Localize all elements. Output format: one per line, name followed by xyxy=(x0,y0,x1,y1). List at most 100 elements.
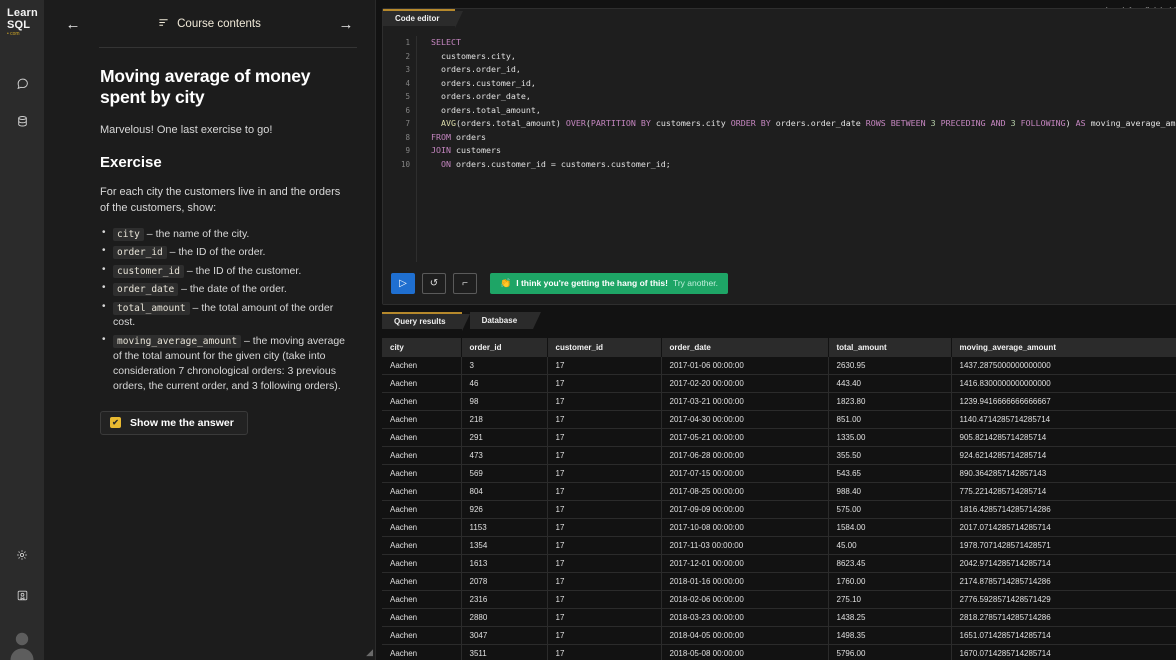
course-contents-label: Course contents xyxy=(177,18,261,30)
table-row: Aachen 218 17 2017-04-30 00:00:00 851.00 1140… xyxy=(382,410,1176,429)
run-button[interactable]: ▷ xyxy=(391,272,415,294)
table-row: Aachen 804 17 2017-08-25 00:00:00 988.40 775.… xyxy=(382,482,1176,501)
column-header-order_id[interactable]: order_id xyxy=(461,338,548,357)
table-body: Aachen 3 17 2017-01-06 00:00:00 2630.95 1437.… xyxy=(382,357,1176,660)
brand-line-2: SQL xyxy=(7,19,31,31)
exercise-spec-item: order_date – the date of the order. xyxy=(100,281,351,297)
lesson-intro: Marvelous! One last exercise to go! xyxy=(100,124,273,136)
cell-city: Aachen xyxy=(382,536,462,555)
database-icon[interactable] xyxy=(0,106,44,136)
cell-order_date: 2017-04-30 00:00:00 xyxy=(661,410,829,429)
cell-city: Aachen xyxy=(382,644,462,660)
column-name-code: order_date xyxy=(113,283,179,297)
cell-moving_average_amount: 1978.7071428571428571 xyxy=(951,536,1176,555)
editor-tabstrip: Code editor xyxy=(383,9,1176,28)
cell-customer_id: 17 xyxy=(547,410,662,429)
cell-order_id: 291 xyxy=(461,428,548,447)
feedback-secondary-text: Try another. xyxy=(672,278,718,288)
tab-query-results[interactable]: Query results xyxy=(382,312,470,331)
checkbox-checked-icon[interactable]: ✔ xyxy=(110,417,121,429)
reset-button[interactable]: ↺ xyxy=(422,272,446,294)
cell-customer_id: 17 xyxy=(547,572,662,591)
cell-total_amount: 443.40 xyxy=(828,374,952,393)
back-arrow-icon[interactable]: ← xyxy=(62,17,84,32)
cell-city: Aachen xyxy=(382,464,462,483)
line-number-gutter: 1 2 3 4 5 6 7 8 9 10 xyxy=(383,36,417,262)
cell-moving_average_amount: 890.3642857142857143 xyxy=(951,464,1176,483)
show-answer-button[interactable]: ✔ Show me the answer xyxy=(100,410,248,435)
column-name-code: city xyxy=(113,227,144,241)
show-answer-label: Show me the answer xyxy=(130,416,234,429)
cell-order_id: 1354 xyxy=(461,536,548,555)
tab-database[interactable]: Database xyxy=(469,312,541,329)
cell-total_amount: 851.00 xyxy=(828,410,952,429)
app-root: Learn SQL • com ← Course contents → Movi… xyxy=(0,0,1176,660)
forward-arrow-icon[interactable]: → xyxy=(335,17,357,32)
avatar[interactable] xyxy=(0,610,44,660)
cell-order_id: 98 xyxy=(461,392,548,411)
cell-order_id: 3511 xyxy=(461,644,548,660)
cell-total_amount: 575.00 xyxy=(828,500,952,519)
exercise-spec-item: city – the name of the city. xyxy=(100,226,351,242)
cell-moving_average_amount: 1651.0714285714285714 xyxy=(951,626,1176,645)
cell-moving_average_amount: 924.6214285714285714 xyxy=(951,446,1176,465)
next-exercise-button[interactable]: ⌐ xyxy=(453,272,477,294)
column-header-moving_average_amount[interactable]: moving_average_amount xyxy=(951,338,1176,357)
page-title: Moving average of money spent by city xyxy=(100,66,311,107)
exercise-spec-item: order_id – the ID of the order. xyxy=(100,244,351,260)
icon-rail: Learn SQL • com xyxy=(0,0,44,660)
cell-order_date: 2017-10-08 00:00:00 xyxy=(661,518,829,537)
cell-total_amount: 543.65 xyxy=(828,464,952,483)
results-table: city order_id customer_id order_date total_a… xyxy=(382,338,1176,660)
cell-moving_average_amount: 2174.8785714285714286 xyxy=(951,572,1176,591)
column-description: – the name of the city. xyxy=(143,227,250,240)
cell-total_amount: 2630.95 xyxy=(828,357,952,375)
cell-customer_id: 17 xyxy=(547,357,662,375)
column-header-city[interactable]: city xyxy=(382,338,462,357)
cell-order_date: 2018-03-23 00:00:00 xyxy=(661,608,829,627)
column-description: – the date of the order. xyxy=(178,283,287,296)
chat-icon[interactable] xyxy=(0,68,44,98)
code-area[interactable]: 1 2 3 4 5 6 7 8 9 10 SELECT customers.ci… xyxy=(383,26,1176,262)
cell-order_id: 2078 xyxy=(461,572,548,591)
cell-city: Aachen xyxy=(382,446,462,465)
exercise-lead: For each city the customers live in and … xyxy=(100,186,341,214)
course-contents-button[interactable]: Course contents xyxy=(84,15,335,33)
cell-moving_average_amount: 775.2214285714285714 xyxy=(951,482,1176,501)
column-header-customer_id[interactable]: customer_id xyxy=(547,338,662,357)
cell-customer_id: 17 xyxy=(547,536,662,555)
column-name-code: moving_average_amount xyxy=(113,334,242,348)
brand-line-3: • com xyxy=(7,31,20,37)
brand-logo[interactable]: Learn SQL • com xyxy=(0,8,44,38)
lesson-topnav: ← Course contents → xyxy=(44,0,375,48)
code-editor-card: Code editor 1 2 3 4 5 6 7 8 9 10 SELECT … xyxy=(382,8,1176,305)
cell-moving_average_amount: 905.8214285714285714 xyxy=(951,428,1176,447)
cell-customer_id: 17 xyxy=(547,518,662,537)
table-row: Aachen 1153 17 2017-10-08 00:00:00 1584.00 20… xyxy=(382,518,1176,537)
results-tabstrip: Query results Database xyxy=(382,312,1176,331)
cell-order_id: 1613 xyxy=(461,554,548,573)
cell-order_id: 2316 xyxy=(461,590,548,609)
column-header-order_date[interactable]: order_date xyxy=(661,338,829,357)
column-header-total_amount[interactable]: total_amount xyxy=(828,338,952,357)
cell-total_amount: 8623.45 xyxy=(828,554,952,573)
cell-moving_average_amount: 1416.8300000000000000 xyxy=(951,374,1176,393)
column-name-code: customer_id xyxy=(113,264,184,278)
cell-customer_id: 17 xyxy=(547,644,662,660)
sql-code[interactable]: SELECT customers.city, orders.order_id, … xyxy=(417,36,1176,262)
cell-order_date: 2017-06-28 00:00:00 xyxy=(661,446,829,465)
cell-customer_id: 17 xyxy=(547,464,662,483)
results-table-wrap[interactable]: city order_id customer_id order_date total_a… xyxy=(382,329,1176,660)
cell-city: Aachen xyxy=(382,392,462,411)
gear-icon[interactable] xyxy=(0,540,44,570)
cell-customer_id: 17 xyxy=(547,626,662,645)
certificate-icon[interactable] xyxy=(0,580,44,610)
cell-order_date: 2017-08-25 00:00:00 xyxy=(661,482,829,501)
tab-code-editor[interactable]: Code editor xyxy=(383,9,464,28)
cell-order_date: 2017-05-21 00:00:00 xyxy=(661,428,829,447)
left-pane-resize-handle[interactable]: ◢ xyxy=(366,647,373,658)
brand-line-1: Learn xyxy=(7,7,38,19)
cell-customer_id: 17 xyxy=(547,590,662,609)
topnav-divider xyxy=(99,47,357,48)
table-row: Aachen 473 17 2017-06-28 00:00:00 355.50 924.… xyxy=(382,446,1176,465)
